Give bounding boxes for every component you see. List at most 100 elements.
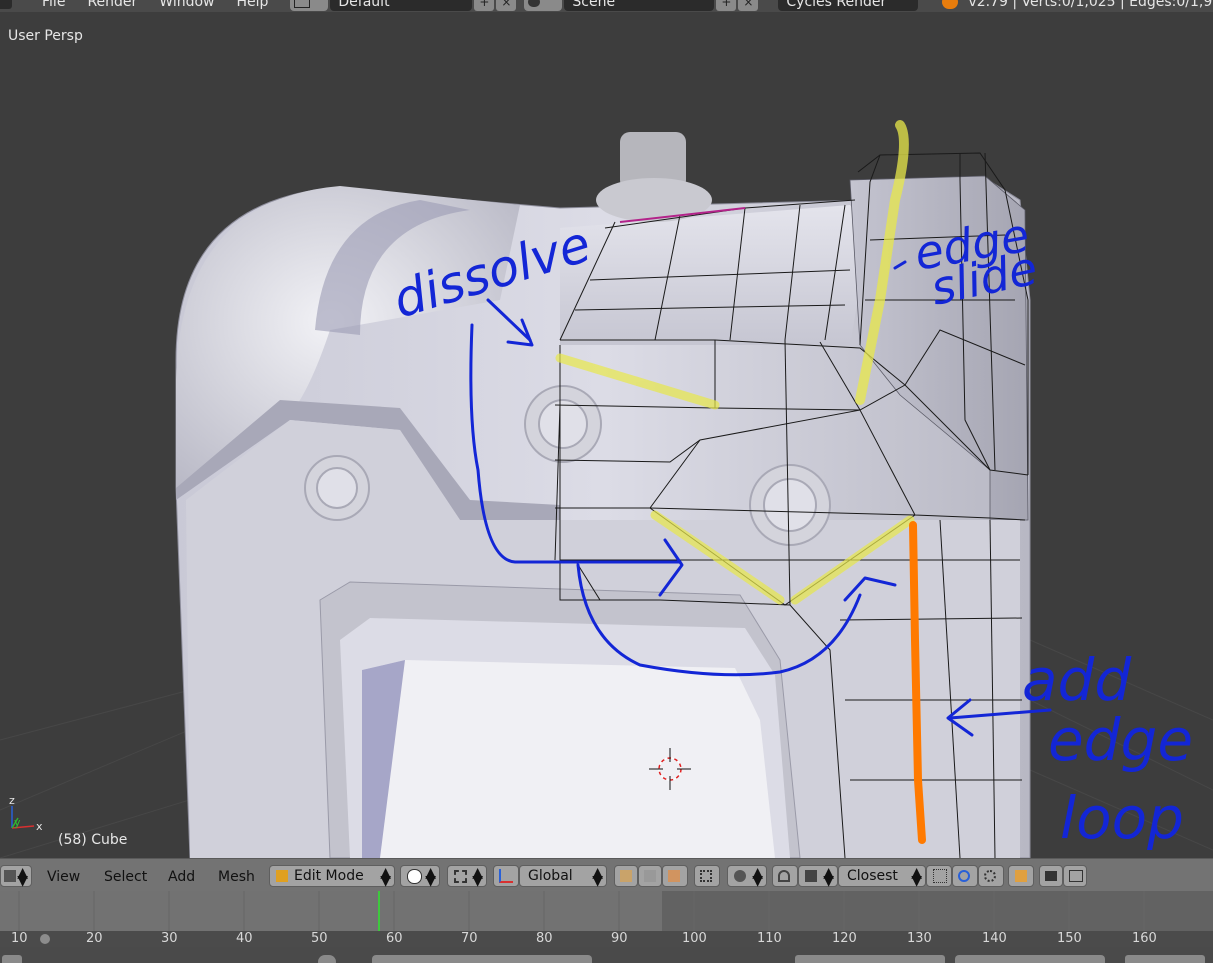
svg-text:y: y (14, 816, 21, 829)
timeline-grid[interactable] (0, 891, 1213, 931)
magnet-icon (778, 870, 790, 882)
3d-viewport[interactable]: dissolve edge slide add edge loop z y x … (0, 12, 1213, 858)
orientation-label: Global (528, 868, 573, 884)
annotation-loop: loop (1060, 784, 1184, 852)
scene-field[interactable]: Scene (564, 0, 715, 11)
screen-layout-field[interactable]: Default (330, 0, 473, 11)
menu-render[interactable]: Render (87, 0, 137, 10)
svg-text:x: x (36, 820, 43, 833)
ruler-tick-label: 10 (11, 931, 28, 946)
menu-select[interactable]: Select (104, 866, 147, 887)
3d-view-header: ▲ ▼ View Select Add Mesh Edit Mode ▲ ▼ ▲ ▼ … (0, 858, 1213, 892)
menu-file[interactable]: File (42, 0, 65, 10)
sync-mode-field[interactable] (955, 955, 1105, 963)
scene-statistics: v2.79 | Verts:0/1,025 | Edges:0/1,98 (968, 0, 1213, 10)
snap-option-3-button[interactable] (978, 865, 1004, 887)
keyframe-button[interactable] (1125, 955, 1205, 963)
ruler-tick-label: 40 (236, 931, 253, 946)
add-scene-icon[interactable]: + (716, 0, 737, 11)
transform-manipulator-toggle[interactable] (493, 865, 519, 887)
dropdown-arrows-icon: ▲ ▼ (472, 865, 483, 889)
frame-ruler[interactable]: 10 20 30 40 50 60 70 80 90 100 110 120 130 140 150 160 (0, 931, 1213, 947)
opengl-render-animation-button[interactable] (1063, 865, 1087, 887)
mode-label: Edit Mode (294, 868, 364, 884)
add-layout-icon[interactable]: + (474, 0, 495, 11)
axis-gizmo-icon: z y x (9, 794, 43, 833)
annotation-edge-2: edge (1048, 706, 1193, 774)
select-edge-button[interactable] (638, 865, 662, 887)
scene-icon (528, 0, 541, 7)
occlude-geometry-icon (700, 870, 712, 882)
opengl-render-image-button[interactable] (1039, 865, 1063, 887)
annotation-add: add (1022, 646, 1132, 714)
keying-set-field[interactable] (372, 955, 592, 963)
blender-menu-icon[interactable] (0, 0, 12, 9)
menu-view[interactable]: View (47, 866, 80, 887)
side-button-middle (524, 385, 602, 463)
dropdown-arrows-icon: ▲ ▼ (823, 865, 834, 889)
scene-selector[interactable] (524, 0, 563, 11)
ruler-tick-label: 140 (982, 931, 1007, 946)
dropdown-arrows-icon: ▲ ▼ (911, 865, 922, 889)
snap-project-icon (984, 870, 996, 882)
clapperboard-icon (1069, 870, 1083, 882)
mirror-editing-button[interactable] (1008, 865, 1034, 887)
snap-increment-icon (805, 870, 817, 882)
camera-icon (1045, 871, 1057, 881)
delete-layout-icon[interactable]: × (496, 0, 517, 11)
dropdown-arrows-icon: ▲ ▼ (17, 865, 28, 889)
svg-text:z: z (9, 794, 15, 807)
snap-toggle[interactable] (772, 865, 798, 887)
menu-window[interactable]: Window (159, 0, 214, 10)
snap-option-1-button[interactable] (926, 865, 952, 887)
screen-layout-selector[interactable] (290, 0, 329, 11)
select-face-button[interactable] (662, 865, 688, 887)
face-select-icon (668, 870, 680, 882)
cube-icon (4, 870, 16, 882)
ruler-tick-label: 100 (682, 931, 707, 946)
ruler-tick-label: 110 (757, 931, 782, 946)
ruler-tick-label: 70 (461, 931, 478, 946)
edit-mode-icon (276, 870, 288, 882)
viewport-shading-selector[interactable]: ▲ ▼ (400, 865, 440, 889)
view-perspective-label: User Persp (8, 28, 83, 44)
ruler-tick-label: 60 (386, 931, 403, 946)
render-engine-selector[interactable]: Cycles Render (778, 0, 919, 11)
mirror-icon (1015, 870, 1027, 882)
editor-type-icon[interactable] (2, 955, 22, 963)
dropdown-arrows-icon: ▲ ▼ (592, 865, 603, 889)
delete-scene-icon[interactable]: × (738, 0, 759, 11)
active-object-label: (58) Cube (58, 832, 128, 848)
playback-controls[interactable] (795, 955, 945, 963)
ruler-tick-label: 50 (311, 931, 328, 946)
proportional-edit-icon (734, 870, 746, 882)
ruler-tick-label: 120 (832, 931, 857, 946)
timeline-area[interactable] (0, 891, 1213, 931)
menu-add[interactable]: Add (168, 866, 195, 887)
dropdown-arrows-icon: ▲ ▼ (425, 865, 436, 889)
ruler-tick-label: 150 (1057, 931, 1082, 946)
editor-type-selector[interactable]: ▲ ▼ (0, 865, 32, 889)
proportional-editing-selector[interactable]: ▲ ▼ (727, 865, 767, 888)
blender-logo-icon (942, 0, 959, 9)
transform-orientation-selector[interactable]: Global ▲ ▼ (519, 865, 607, 889)
vertex-select-icon (620, 870, 632, 882)
side-button-right (749, 464, 831, 546)
snap-option-2-button[interactable] (952, 865, 978, 887)
pivot-point-selector[interactable]: ▲ ▼ (447, 865, 487, 889)
mode-selector[interactable]: Edit Mode ▲ ▼ (269, 865, 395, 888)
snap-target-label: Closest (847, 868, 898, 884)
snap-element-selector[interactable]: ▲ ▼ (798, 865, 838, 889)
viewport-scene[interactable]: dissolve edge slide add edge loop z y x (0, 12, 1213, 858)
select-vertex-button[interactable] (614, 865, 638, 887)
menu-mesh[interactable]: Mesh (218, 866, 255, 887)
snap-target-selector[interactable]: Closest ▲ ▼ (838, 865, 926, 889)
pivot-icon (454, 869, 467, 883)
layout-icon (294, 0, 311, 8)
ruler-tick-label: 80 (536, 931, 553, 946)
edge-select-icon (644, 870, 656, 882)
keying-record-icon[interactable] (318, 955, 336, 963)
menu-help[interactable]: Help (236, 0, 268, 10)
scrollbar-handle-icon[interactable] (40, 934, 50, 944)
limit-selection-button[interactable] (694, 865, 720, 887)
